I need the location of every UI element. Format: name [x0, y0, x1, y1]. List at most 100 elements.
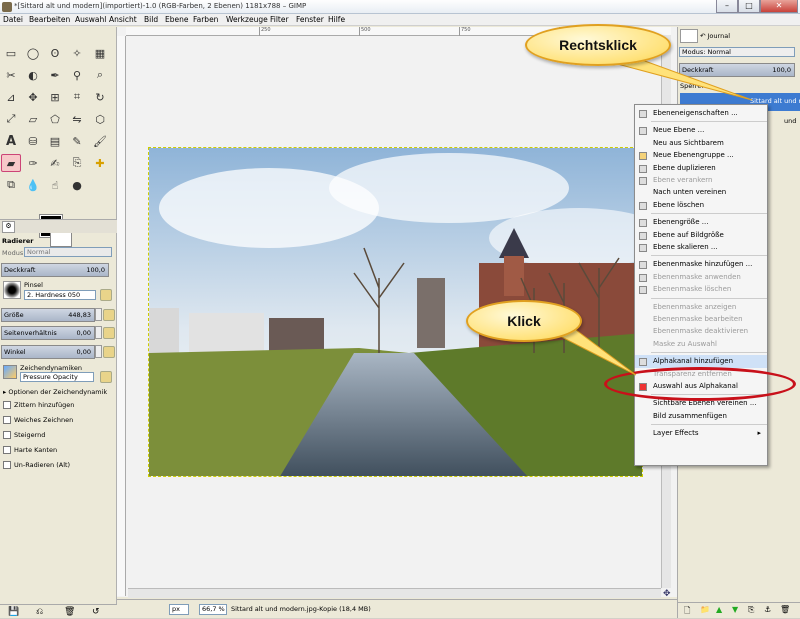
opacity-slider[interactable]: Deckkraft 100,0 [1, 263, 109, 277]
menu-farben[interactable]: Farben [193, 15, 218, 24]
tool-options-tab-icon[interactable]: ⚙ [2, 221, 15, 233]
context-menu-item-11[interactable]: Ebene auf Bildgröße [635, 229, 767, 242]
rect-select-icon[interactable]: ▭ [1, 44, 21, 62]
delete-layer-icon[interactable]: 🗑 [780, 605, 790, 614]
unit-select[interactable]: px [169, 604, 189, 615]
close-button[interactable]: ✕ [760, 0, 798, 13]
foreground-select-icon[interactable]: ◐ [23, 66, 43, 84]
brush-preview-icon[interactable] [3, 281, 21, 299]
context-menu-item-2[interactable]: Neue Ebene ... [635, 124, 767, 137]
move-icon[interactable]: ✥ [23, 88, 43, 106]
layers-tab-icon[interactable] [680, 29, 698, 43]
layer-opacity-slider[interactable]: Deckkraft 100,0 [679, 63, 795, 77]
context-menu-item-28[interactable]: Bild zusammenfügen [635, 410, 767, 423]
incremental-checkbox[interactable] [3, 431, 11, 439]
heal-icon[interactable]: ✚ [90, 154, 110, 172]
paintbrush-icon[interactable]: 🖌 [90, 132, 110, 150]
duplicate-layer-icon[interactable]: ⎘ [748, 605, 754, 615]
text-tool-icon[interactable]: A [1, 132, 21, 150]
menu-werkzeuge[interactable]: Werkzeuge [226, 15, 268, 24]
size-reset-icon[interactable] [103, 309, 115, 321]
brush-field[interactable]: 2. Hardness 050 [24, 290, 96, 300]
anchor-layer-icon[interactable]: ⚓ [764, 605, 771, 614]
aspect-slider[interactable]: Seitenverhältnis 0,00 [1, 326, 95, 340]
anti-erase-checkbox[interactable] [3, 461, 11, 469]
ink-icon[interactable]: ✍ [45, 154, 65, 172]
menu-filter[interactable]: Filter [270, 15, 289, 24]
scissors-icon[interactable]: ✂ [1, 66, 21, 84]
dynamics-edit-icon[interactable] [100, 371, 112, 383]
perspective-icon[interactable]: ⬠ [45, 110, 65, 128]
brush-edit-icon[interactable] [100, 289, 112, 301]
menu-ebene[interactable]: Ebene [165, 15, 188, 24]
smudge-icon[interactable]: ☝ [45, 176, 65, 194]
crop-icon[interactable]: ⌗ [67, 88, 87, 106]
navigate-icon[interactable]: ✥ [663, 589, 671, 599]
maximize-button[interactable]: □ [738, 0, 760, 13]
lasso-icon[interactable]: ʘ [45, 44, 65, 62]
minimize-button[interactable]: – [716, 0, 738, 13]
menu-hilfe[interactable]: Hilfe [328, 15, 345, 24]
flip-icon[interactable]: ⇋ [67, 110, 87, 128]
delete-options-icon[interactable]: 🗑 [64, 607, 75, 617]
menu-ansicht[interactable]: Ansicht [109, 15, 137, 24]
angle-reset-icon[interactable] [103, 346, 115, 358]
jitter-checkbox[interactable] [3, 401, 11, 409]
paths-icon[interactable]: ✒ [45, 66, 65, 84]
angle-spin[interactable] [95, 345, 102, 358]
journal-tab[interactable]: ↶ Journal [700, 32, 730, 40]
fuzzy-select-icon[interactable]: ✧ [67, 44, 87, 62]
scale-tool-icon[interactable]: ⤢ [1, 110, 21, 128]
angle-slider[interactable]: Winkel 0,00 [1, 345, 95, 359]
aspect-reset-icon[interactable] [103, 327, 115, 339]
dodge-burn-icon[interactable]: ● [67, 176, 87, 194]
aspect-spin[interactable] [95, 326, 102, 339]
shear-icon[interactable]: ▱ [23, 110, 43, 128]
tool-options-tab[interactable]: ⚙ [0, 219, 117, 233]
new-group-icon[interactable]: 📁 [700, 605, 710, 614]
blur-icon[interactable]: 💧 [23, 176, 43, 194]
menu-fenster[interactable]: Fenster [296, 15, 324, 24]
ellipse-select-icon[interactable]: ◯ [23, 44, 43, 62]
rotate-icon[interactable]: ↻ [90, 88, 110, 106]
context-menu-item-3[interactable]: Neu aus Sichtbarem [635, 137, 767, 150]
new-layer-icon[interactable]: 🗋 [684, 605, 690, 619]
context-menu-item-0[interactable]: Ebeneneigenschaften ... [635, 107, 767, 120]
save-options-icon[interactable]: 💾 [8, 607, 19, 617]
bucket-fill-icon[interactable]: ⛁ [23, 132, 43, 150]
airbrush-icon[interactable]: ✑ [23, 154, 43, 172]
context-menu-item-5[interactable]: Ebene duplizieren [635, 162, 767, 175]
layer-mode-select[interactable]: Modus: Normal [679, 47, 795, 57]
dynamics-icon[interactable] [3, 365, 17, 379]
title-bar[interactable]: *[Sittard alt und modern](importiert)-1.… [0, 0, 800, 14]
zoom-icon[interactable]: ⌕ [90, 66, 110, 84]
dynamics-field[interactable]: Pressure Opacity [20, 372, 94, 382]
lower-layer-icon[interactable]: ▼ [732, 605, 738, 614]
perspective-clone-icon[interactable]: ⧉ [1, 176, 21, 194]
context-menu-item-4[interactable]: Neue Ebenengruppe ... [635, 149, 767, 162]
context-menu-item-8[interactable]: Ebene löschen [635, 199, 767, 212]
context-menu-item-12[interactable]: Ebene skalieren ... [635, 241, 767, 254]
blend-icon[interactable]: ▤ [45, 132, 65, 150]
measure-icon[interactable]: ⊿ [1, 88, 21, 106]
color-picker-icon[interactable]: ⚲ [67, 66, 87, 84]
menu-bearbeiten[interactable]: Bearbeiten [29, 15, 70, 24]
size-slider[interactable]: Größe 448,83 [1, 308, 95, 322]
menu-datei[interactable]: Datei [3, 15, 23, 24]
clone-icon[interactable]: ⎘ [67, 154, 87, 172]
smooth-checkbox[interactable] [3, 416, 11, 424]
hard-edge-checkbox[interactable] [3, 446, 11, 454]
pencil-icon[interactable]: ✎ [67, 132, 87, 150]
horizontal-scrollbar[interactable] [128, 588, 661, 598]
mode-select[interactable]: Normal [24, 247, 112, 257]
restore-options-icon[interactable]: ⎌ [36, 607, 43, 617]
eraser-icon[interactable]: ▰ [1, 154, 21, 172]
align-icon[interactable]: ⊞ [45, 88, 65, 106]
color-select-icon[interactable]: ▦ [90, 44, 110, 62]
context-menu-item-30[interactable]: Layer Effects ▸ [635, 427, 767, 440]
size-spin[interactable] [95, 308, 102, 321]
menu-bild[interactable]: Bild [144, 15, 158, 24]
dynamics-options-expander[interactable]: ▸ Optionen der Zeichendynamik [3, 388, 107, 396]
raise-layer-icon[interactable]: ▲ [716, 605, 722, 614]
cage-icon[interactable]: ⬡ [90, 110, 110, 128]
